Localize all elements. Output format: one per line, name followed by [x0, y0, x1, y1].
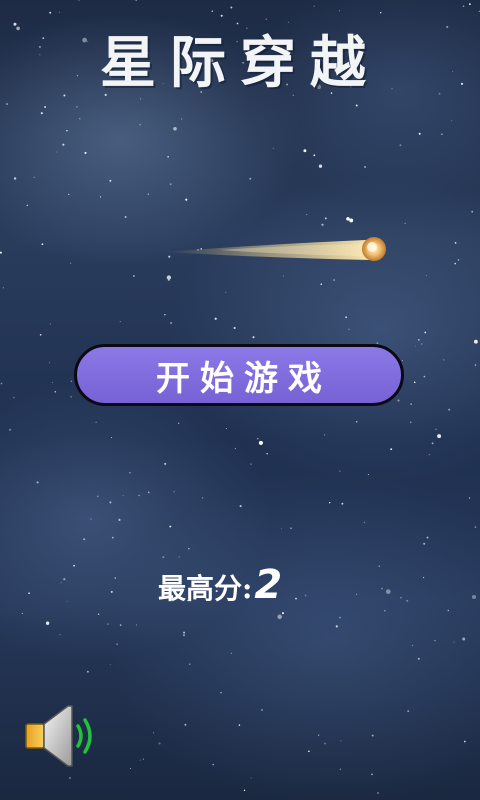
start-game-label: 开始游戏	[156, 358, 332, 399]
comet-sprite	[164, 237, 386, 261]
game-title: 星际穿越	[100, 30, 380, 96]
game-screen: 星际穿越 开始游戏 最高分:2	[0, 0, 480, 800]
start-game-button[interactable]: 开始游戏	[74, 344, 404, 406]
speaker-sound-on-icon[interactable]	[22, 700, 102, 772]
high-score-label: 最高分	[158, 572, 243, 605]
high-score-display: 最高分:2	[158, 562, 282, 608]
high-score-separator: :	[242, 572, 253, 605]
high-score-value: 2	[254, 562, 283, 608]
